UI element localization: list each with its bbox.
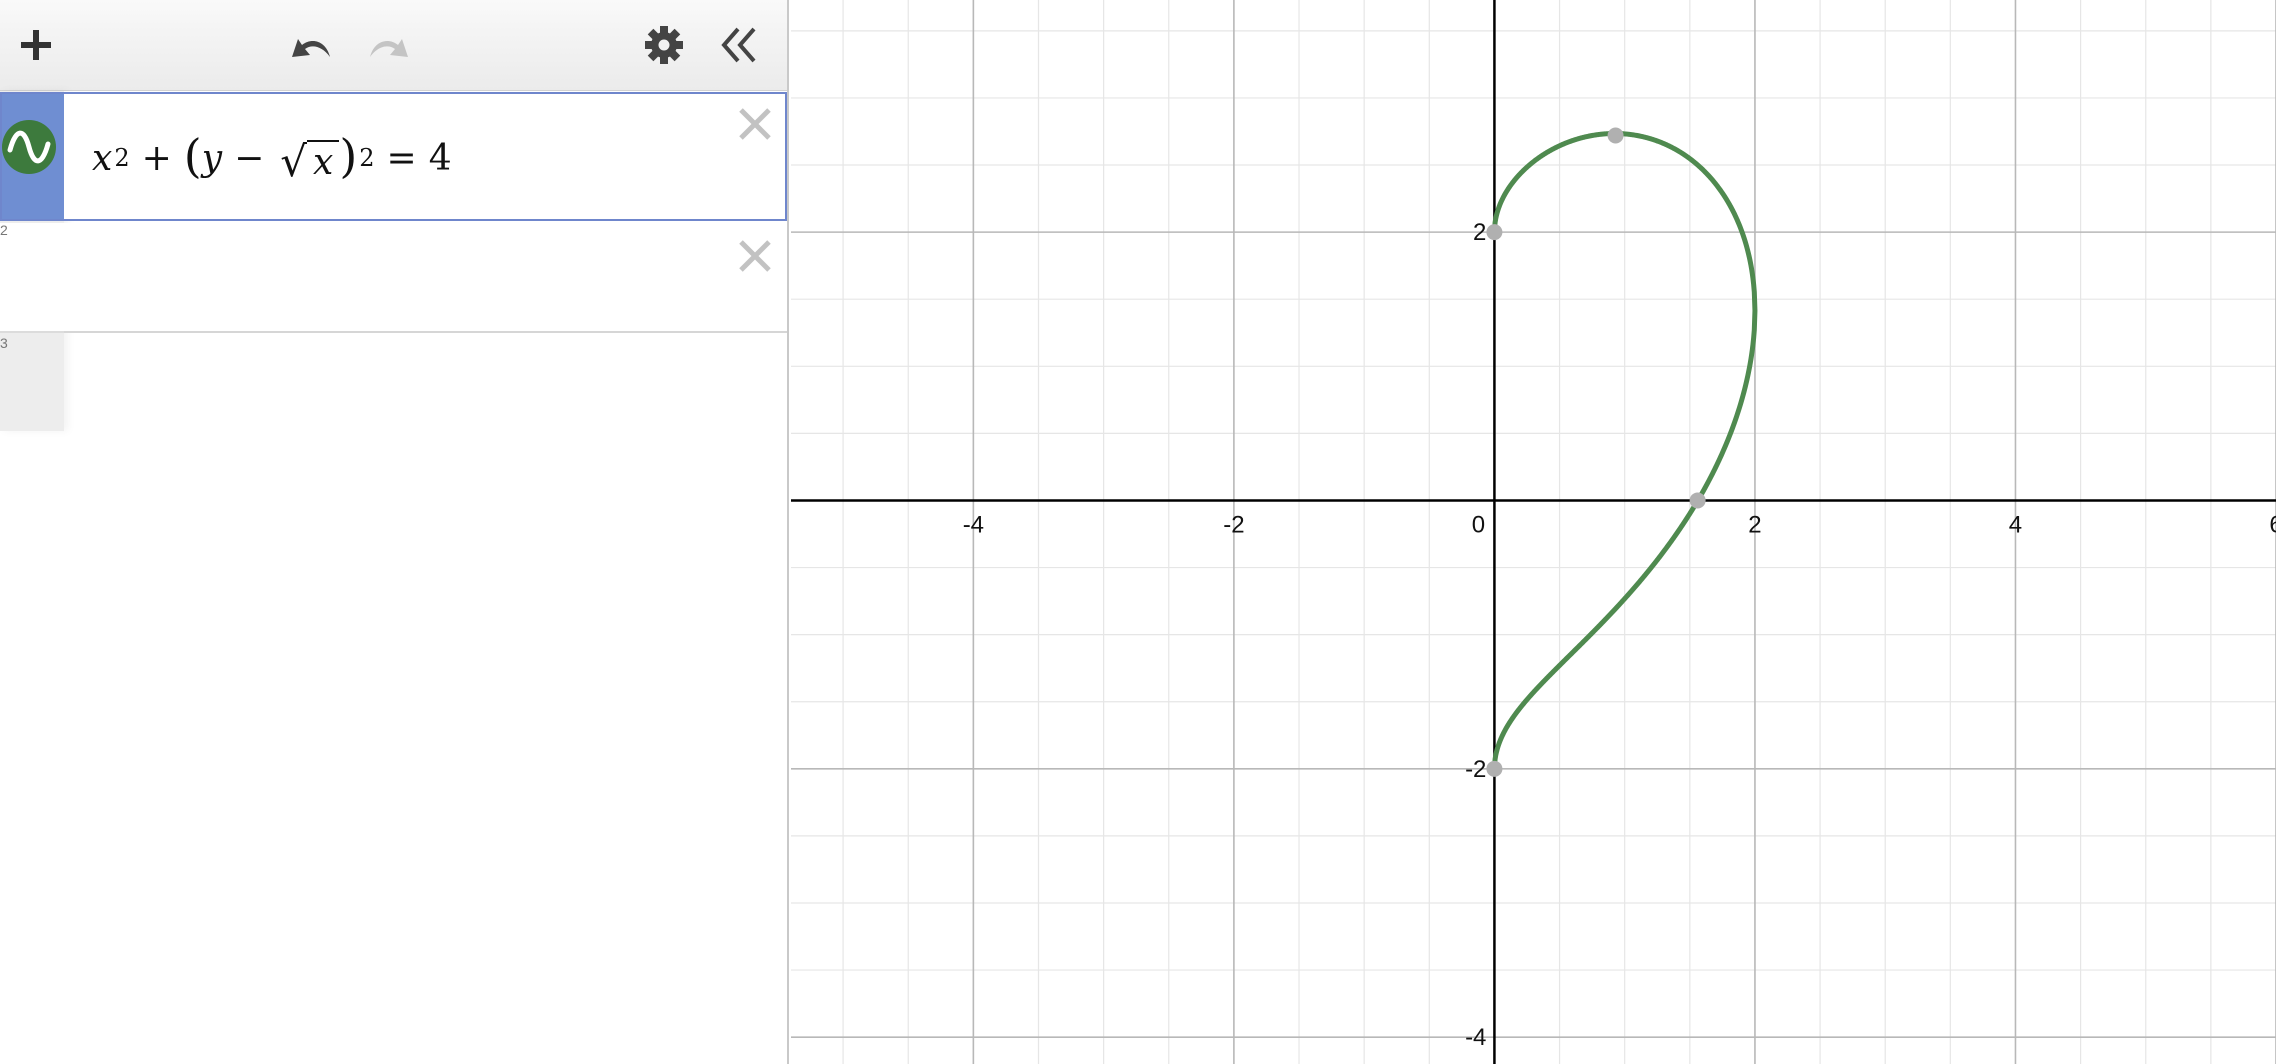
- expression-1-formula[interactable]: x 2 + ( y − √ x ) 2 = 4: [92, 118, 452, 198]
- formula-equals: =: [386, 137, 417, 179]
- point-of-interest: [1486, 760, 1503, 777]
- undo-button[interactable]: [282, 15, 342, 75]
- expression-panel: x 2 + ( y − √ x ) 2 = 4 2 3: [0, 0, 789, 1064]
- x-tick-label: -4: [963, 511, 984, 538]
- x-tick-label: 2: [1748, 511, 1761, 538]
- redo-button[interactable]: [358, 15, 418, 75]
- radical-icon: √: [280, 136, 307, 186]
- close-icon: [739, 108, 771, 140]
- graphing-calculator-app: x 2 + ( y − √ x ) 2 = 4 2 3 -4 -2 0 2 4 …: [0, 0, 2276, 1064]
- close-icon: [739, 240, 771, 272]
- formula-exponent-2: 2: [359, 144, 375, 172]
- formula-sqrt-var-x: x: [307, 139, 340, 183]
- formula-exponent: 2: [114, 144, 130, 172]
- delete-expression-1-button[interactable]: [737, 106, 773, 142]
- undo-icon: [292, 39, 330, 57]
- plus-icon: [21, 30, 51, 60]
- x-tick-label: 4: [2009, 511, 2022, 538]
- formula-var-y: y: [201, 137, 223, 179]
- x-tick-label: 0: [1472, 511, 1485, 538]
- double-chevron-left-icon: [721, 27, 756, 63]
- point-of-interest: [1689, 492, 1706, 509]
- formula-minus: −: [234, 137, 265, 179]
- formula-right-paren: ): [339, 129, 358, 183]
- expression-2-index: 2: [0, 222, 8, 238]
- point-of-interest: [1607, 127, 1624, 144]
- toolbar: [0, 0, 787, 91]
- collapse-panel-button[interactable]: [710, 15, 770, 75]
- y-tick-label: 2: [1473, 219, 1486, 246]
- formula-rhs: 4: [428, 137, 452, 179]
- y-tick-label: -2: [1465, 756, 1486, 783]
- formula-plus: +: [141, 137, 172, 179]
- expression-row-2[interactable]: [0, 223, 787, 333]
- formula-sqrt: √ x: [280, 134, 340, 186]
- wave-icon: [2, 120, 56, 174]
- formula-left-paren: (: [183, 129, 202, 183]
- settings-button[interactable]: [634, 15, 694, 75]
- x-tick-label: -2: [1223, 511, 1244, 538]
- expression-1-color-toggle[interactable]: [2, 120, 56, 174]
- expression-3-index: 3: [0, 335, 8, 351]
- gear-icon: [645, 26, 683, 64]
- formula-var-x: x: [92, 137, 113, 179]
- x-tick-label: 6: [2269, 511, 2276, 538]
- add-item-button[interactable]: [6, 15, 66, 75]
- graph-svg[interactable]: -4 -2 0 2 4 6 2 -2 -4: [791, 0, 2276, 1064]
- redo-icon: [370, 39, 408, 57]
- graph-canvas[interactable]: -4 -2 0 2 4 6 2 -2 -4: [791, 0, 2276, 1064]
- point-of-interest: [1486, 224, 1503, 241]
- y-tick-label: -4: [1465, 1024, 1486, 1051]
- row-divider: [64, 331, 787, 333]
- delete-expression-2-button[interactable]: [737, 238, 773, 274]
